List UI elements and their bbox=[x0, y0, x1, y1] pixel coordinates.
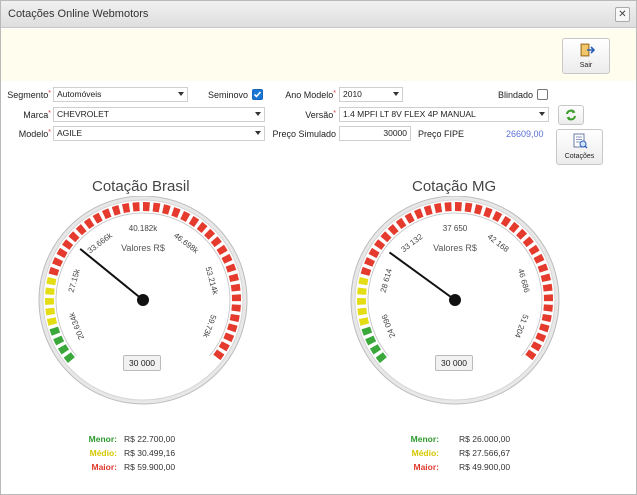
gauge-mg: 24 09628 61433 13237 65042 16846 68651 2… bbox=[350, 196, 560, 405]
preco-simulado-input[interactable]: 30000 bbox=[339, 126, 411, 141]
preco-fipe-label: Preço FIPE bbox=[417, 129, 464, 139]
gauge-tick-label: 40.182k bbox=[129, 224, 158, 233]
versao-label-text: Versão bbox=[305, 110, 334, 120]
gauge-band-segment bbox=[357, 287, 367, 295]
chevron-down-icon bbox=[178, 92, 184, 96]
gauge-band-segment bbox=[45, 287, 55, 295]
seminovo-label: Seminovo bbox=[207, 90, 248, 100]
modelo-select[interactable]: AGILE bbox=[53, 126, 265, 141]
medio-value: R$ 30.499,16 bbox=[124, 448, 176, 458]
gauge-band-segment bbox=[357, 298, 367, 305]
gauge-band-segment bbox=[444, 202, 452, 212]
gauge-band-segment bbox=[455, 202, 462, 212]
ano-modelo-label-text: Ano Modelo bbox=[285, 90, 334, 100]
versao-value: 1.4 MPFI LT 8V FLEX 4P MANUAL bbox=[343, 109, 476, 119]
gauge-hub bbox=[137, 294, 149, 306]
close-button[interactable]: ✕ bbox=[615, 7, 630, 22]
medio-label: Médio: bbox=[411, 448, 439, 458]
segmento-label-text: Segmento bbox=[7, 90, 49, 100]
gauge-subtitle: Valores R$ bbox=[433, 243, 477, 253]
blindado-label: Blindado bbox=[497, 90, 533, 100]
required-mark: * bbox=[333, 90, 336, 97]
gauge-brasil: 20.634k27.15k33.666k40.182k46.698k53.214… bbox=[38, 196, 248, 405]
header-band bbox=[1, 29, 636, 81]
required-mark: * bbox=[48, 90, 51, 97]
menor-label: Menor: bbox=[88, 434, 117, 444]
gauge-band-segment bbox=[231, 304, 241, 312]
maior-value: R$ 59.900,00 bbox=[124, 462, 176, 472]
seminovo-checkbox[interactable] bbox=[252, 89, 263, 100]
gauge-band-segment bbox=[543, 304, 553, 312]
exit-icon bbox=[580, 43, 595, 57]
gauge-band-segment bbox=[143, 202, 150, 212]
ano-modelo-label: Ano Modelo* bbox=[271, 90, 336, 100]
menor-value: R$ 22.700,00 bbox=[124, 434, 176, 444]
gauge-subtitle: Valores R$ bbox=[121, 243, 165, 253]
gauge-hub bbox=[449, 294, 461, 306]
gauge-mg-value: 30 000 bbox=[435, 355, 473, 371]
chevron-down-icon bbox=[255, 112, 261, 116]
medio-value: R$ 27.566,67 bbox=[459, 448, 511, 458]
required-mark: * bbox=[333, 110, 336, 117]
cotacoes-label: Cotações bbox=[564, 153, 595, 160]
blindado-checkbox[interactable] bbox=[537, 89, 548, 100]
maior-label: Maior: bbox=[413, 462, 440, 472]
chevron-down-icon bbox=[255, 131, 261, 135]
segmento-label: Segmento* bbox=[1, 90, 51, 100]
gauge-band-segment bbox=[543, 294, 553, 302]
gauge-title-brasil: Cotação Brasil bbox=[92, 178, 190, 195]
sair-button[interactable]: Sair bbox=[562, 38, 610, 74]
gauge-tick-label: 37 650 bbox=[443, 224, 468, 233]
refresh-icon bbox=[566, 109, 576, 121]
sair-label: Sair bbox=[579, 62, 593, 69]
title-bar: Cotações Online Webmotors ✕ bbox=[1, 1, 636, 28]
menor-value: R$ 26.000,00 bbox=[459, 434, 511, 444]
modelo-label: Modelo* bbox=[1, 129, 51, 139]
ano-modelo-value: 2010 bbox=[343, 89, 362, 99]
marca-label: Marca* bbox=[1, 110, 51, 120]
refresh-button[interactable] bbox=[558, 105, 584, 125]
segmento-select[interactable]: Automóveis bbox=[53, 87, 188, 102]
modelo-label-text: Modelo bbox=[18, 129, 49, 139]
checkmark-icon bbox=[253, 91, 262, 98]
marca-value: CHEVROLET bbox=[57, 109, 109, 119]
maior-label: Maior: bbox=[91, 462, 118, 472]
segmento-value: Automóveis bbox=[57, 89, 102, 99]
required-mark: * bbox=[48, 110, 51, 117]
preco-fipe-value: 26609,00 bbox=[506, 129, 544, 139]
ano-modelo-select[interactable]: 2010 bbox=[339, 87, 403, 102]
modelo-value: AGILE bbox=[57, 128, 83, 138]
report-icon bbox=[573, 133, 588, 149]
gauge-band-segment bbox=[45, 298, 55, 305]
preco-simulado-label: Preço Simulado bbox=[272, 129, 336, 139]
menor-label: Menor: bbox=[410, 434, 439, 444]
chevron-down-icon bbox=[539, 112, 545, 116]
marca-select[interactable]: CHEVROLET bbox=[53, 107, 265, 122]
chevron-down-icon bbox=[393, 92, 399, 96]
medio-label: Médio: bbox=[89, 448, 117, 458]
gauge-title-mg: Cotação MG bbox=[412, 178, 497, 195]
versao-select[interactable]: 1.4 MPFI LT 8V FLEX 4P MANUAL bbox=[339, 107, 549, 122]
required-mark: * bbox=[48, 129, 51, 136]
gauge-brasil-value: 30 000 bbox=[123, 355, 161, 371]
maior-value: R$ 49.900,00 bbox=[459, 462, 511, 472]
gauge-band-segment bbox=[231, 294, 241, 302]
window-title: Cotações Online Webmotors bbox=[8, 8, 149, 20]
cotacoes-button[interactable]: Cotações bbox=[556, 129, 603, 165]
cotacoes-window: Cotações Online Webmotors ✕ Sair Segment… bbox=[0, 0, 637, 495]
versao-label: Versão* bbox=[271, 110, 336, 120]
gauge-band-segment bbox=[132, 202, 140, 212]
marca-label-text: Marca bbox=[23, 110, 49, 120]
